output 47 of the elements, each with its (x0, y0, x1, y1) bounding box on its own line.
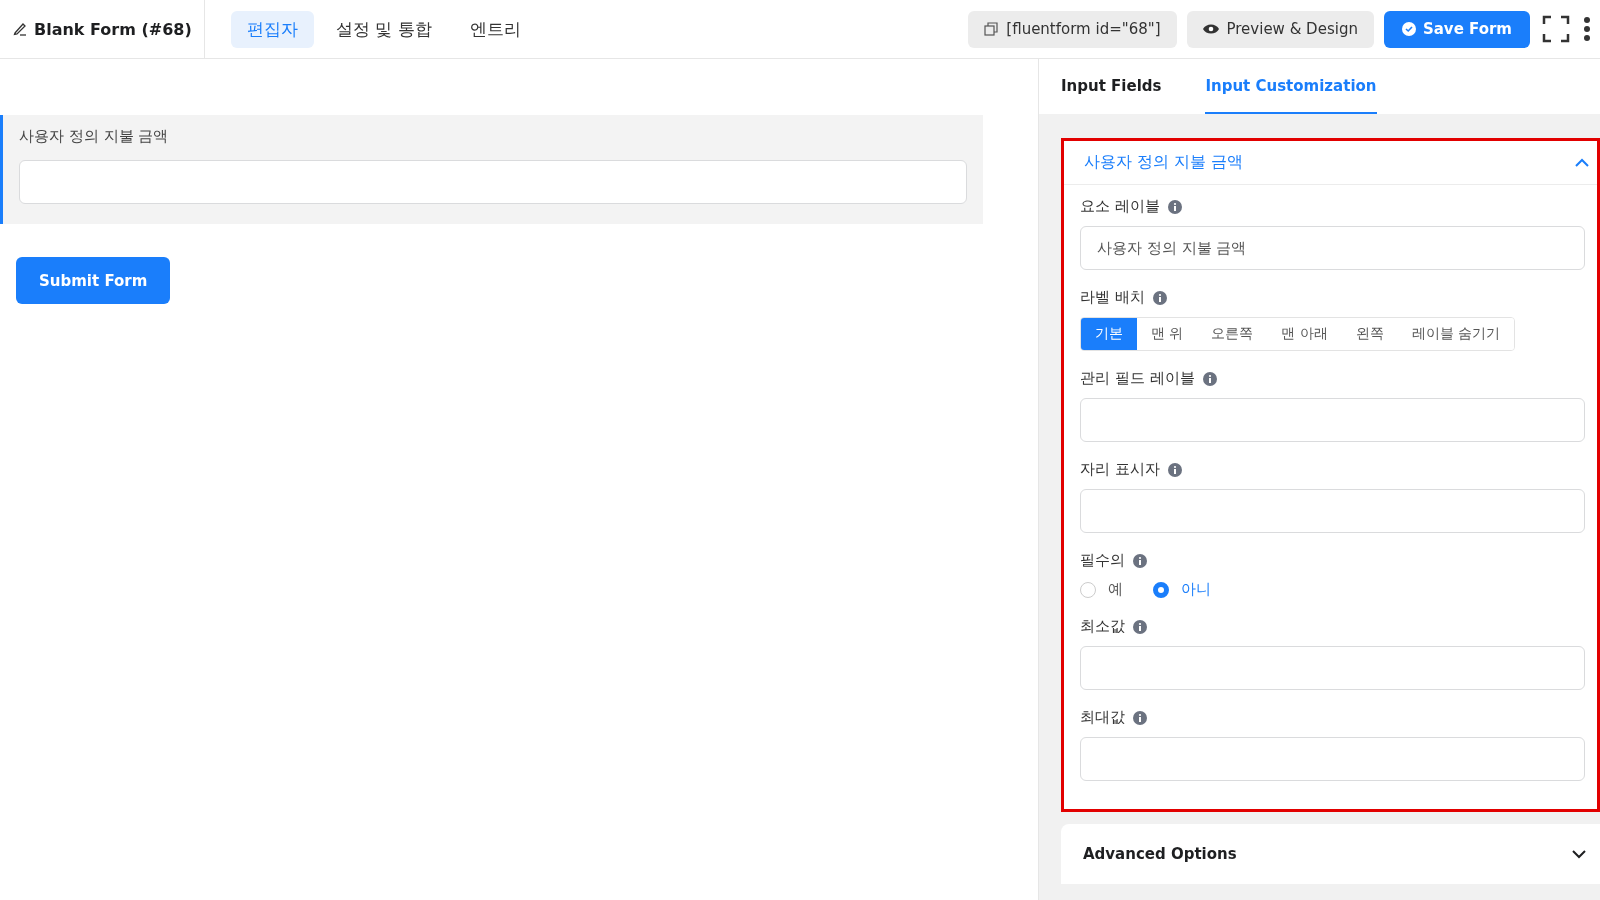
setting-label: 최대값 (1080, 708, 1125, 727)
placement-option[interactable]: 기본 (1081, 318, 1137, 350)
nav-tab[interactable]: 엔트리 (453, 10, 537, 48)
check-circle-icon (1401, 22, 1416, 36)
more-menu-button[interactable] (1582, 15, 1592, 43)
setting-label: 요소 레이블 (1080, 197, 1160, 216)
info-icon (1152, 290, 1167, 305)
info-icon (1133, 619, 1147, 634)
panel-tab[interactable]: Input Customization (1205, 59, 1377, 114)
input-field[interactable] (1080, 737, 1585, 781)
setting-label: 라벨 배치 (1080, 288, 1145, 307)
info-icon (1202, 371, 1217, 386)
info-icon (1167, 199, 1182, 214)
setting-label: 최소값 (1080, 617, 1125, 636)
input-field[interactable] (19, 160, 967, 204)
shortcode-button[interactable]: [fluentform id="68"] (968, 10, 1177, 48)
eye-icon (1202, 23, 1219, 35)
advanced-options-title: Advanced Options (1083, 845, 1237, 863)
advanced-options-header[interactable]: Advanced Options (1061, 824, 1600, 884)
chevron-up-icon[interactable] (1575, 158, 1589, 167)
form-field-block[interactable]: 사용자 정의 지불 금액 (0, 115, 983, 224)
form-title: Blank Form (#68) (34, 19, 192, 39)
chevron-down-icon (1572, 849, 1586, 859)
radio-label[interactable]: 아니 (1181, 580, 1211, 599)
info-icon (1133, 710, 1147, 725)
copy-icon (984, 22, 999, 36)
setting-label: 관리 필드 레이블 (1080, 369, 1195, 388)
setting-label: 자리 표시자 (1080, 460, 1160, 479)
nav-tab[interactable]: 설정 및 통합 (319, 10, 448, 48)
field-label: 사용자 정의 지불 금액 (19, 127, 170, 146)
input-field[interactable] (1080, 398, 1585, 442)
panel-tab[interactable]: Input Fields (1061, 59, 1162, 114)
info-icon (1133, 553, 1147, 568)
section-title[interactable]: 사용자 정의 지불 금액 (1084, 152, 1244, 173)
info-icon (1167, 462, 1182, 477)
setting-label: 필수의 (1080, 551, 1125, 570)
submit-button[interactable]: Submit Form (16, 257, 171, 304)
input-field[interactable] (1080, 489, 1585, 533)
radio-button[interactable] (1080, 581, 1096, 598)
pencil-icon (12, 21, 28, 37)
input-field[interactable]: 사용자 정의 지불 금액 (1080, 226, 1585, 270)
preview-button[interactable]: Preview & Design (1186, 10, 1374, 48)
fullscreen-button[interactable] (1540, 13, 1572, 45)
radio-button[interactable] (1153, 581, 1169, 598)
radio-label[interactable]: 예 (1108, 580, 1123, 599)
input-field[interactable] (1080, 646, 1585, 690)
save-button[interactable]: Save Form (1383, 10, 1530, 48)
